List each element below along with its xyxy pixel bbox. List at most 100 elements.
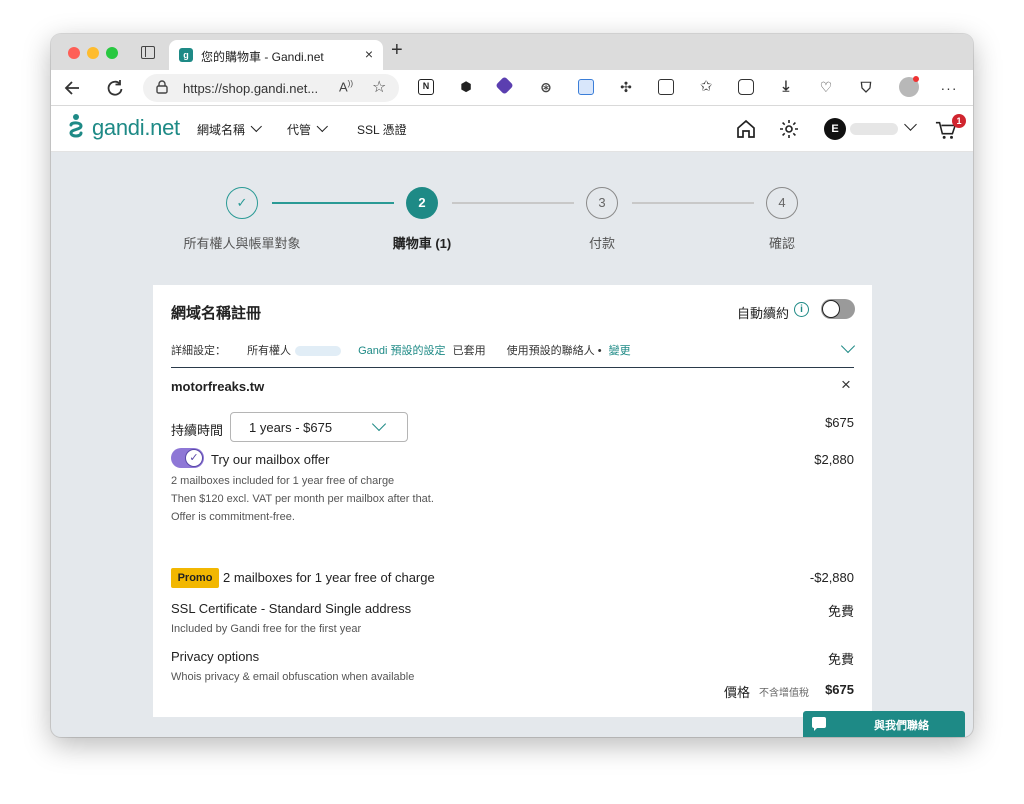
tab-strip: g 您的購物車 - Gandi.net × + [51,34,973,70]
total-price: $675 [825,682,854,697]
details-row: 詳細設定： 所有權人 Gandi 預設的設定 已套用 使用預設的聯絡人 • 變更 [171,342,635,358]
split-screen-icon[interactable] [658,79,674,95]
step-1-label: 所有權人與帳單對象 [183,236,301,251]
gear-icon[interactable] [778,118,800,140]
contacts-label: 使用預設的聯絡人 • [506,345,602,357]
user-name-redacted[interactable] [850,123,898,135]
gandi-logo-icon[interactable] [67,113,85,143]
contact-us-button[interactable]: 與我們聯絡 [803,711,965,737]
chevron-down-icon[interactable] [904,118,917,131]
step-1-circle: ✓ [226,187,258,219]
purple-extension-icon[interactable] [495,76,514,95]
expand-details-chevron-icon[interactable] [840,338,856,354]
promo-label: 2 mailboxes for 1 year free of charge [223,570,435,585]
url-text[interactable]: https://shop.gandi.net... [183,81,318,96]
card-title: 網域名稱註冊 [171,305,262,322]
minimize-window-button[interactable] [87,47,99,59]
info-icon[interactable]: i [794,302,809,317]
duration-select[interactable]: 1 years - $675 [230,412,408,442]
toggle-knob [822,300,840,318]
chevron-down-icon [316,120,328,133]
change-link[interactable]: 變更 [609,345,631,357]
logo-text[interactable]: gandi.net [92,115,180,141]
favorites-icon[interactable]: ✩ [698,79,714,95]
step-2-label: 購物車 (1) [392,236,452,251]
chevron-down-icon [371,416,387,432]
cart-count-badge: 1 [952,114,966,128]
owner-name-redacted [295,346,342,357]
favorite-star-icon[interactable]: ☆ [372,77,386,97]
openai-extension-icon[interactable]: ⊛ [538,79,554,95]
step-4-circle: 4 [766,187,798,219]
security-shield-icon[interactable]: ⛉ [858,79,874,95]
auto-renew-toggle[interactable] [821,299,855,319]
auto-renew-label: 自動續約 [737,306,790,321]
profile-alert-badge [913,76,919,82]
details-label: 詳細設定： [171,345,226,357]
more-menu-icon[interactable]: ··· [939,78,959,98]
lock-icon[interactable] [156,80,168,94]
nav-ssl[interactable]: SSL 憑證 [357,121,407,138]
privacy-desc: Whois privacy & email obfuscation when a… [171,671,415,683]
downloads-icon[interactable]: ⤓ [778,79,794,95]
applied-text: 已套用 [452,345,486,357]
remove-domain-close-icon[interactable]: × [841,375,851,395]
privacy-extension-icon[interactable]: ⬢ [458,79,474,95]
home-icon[interactable] [735,118,757,140]
new-tab-button[interactable]: + [391,40,403,60]
user-avatar[interactable]: E [824,118,846,140]
mailbox-offer-label: Try our mailbox offer [211,452,330,467]
owner-label: 所有權人 [247,345,292,357]
sidebar-toggle-icon[interactable] [141,46,155,59]
ssl-price: 免費 [827,604,854,619]
address-bar[interactable]: https://shop.gandi.net... A)) ☆ [143,74,399,102]
step-3-circle: 3 [586,187,618,219]
contact-us-label: 與我們聯絡 [874,720,929,732]
nav-hosting[interactable]: 代管 [287,120,328,138]
divider [171,367,854,369]
nav-domains[interactable]: 網域名稱 [197,120,262,138]
mailbox-offer-toggle[interactable]: ✓ [171,448,204,468]
total-vat-note: 不含增值稅 [759,688,809,699]
duration-price: $675 [825,415,854,430]
maximize-window-button[interactable] [106,47,118,59]
gandi-favicon-icon: g [179,48,193,62]
domain-registration-card: 網域名稱註冊 自動續約 i 詳細設定： 所有權人 Gandi 預設的設定 已套用… [153,285,872,717]
health-icon[interactable]: ♡ [818,79,834,95]
notion-extension-icon[interactable]: N [418,79,434,95]
step-connector [272,202,394,204]
reload-icon[interactable] [105,78,125,98]
step-3-label: 付款 [588,236,616,251]
domain-name: motorfreaks.tw [171,379,265,394]
back-icon[interactable] [63,78,83,98]
collections-icon[interactable] [738,79,754,95]
gandi-settings-link[interactable]: Gandi 預設的設定 [358,345,445,357]
mailbox-desc-3: Offer is commitment-free. [171,511,295,523]
total-label: 價格 [724,685,751,700]
promo-price: -$2,880 [809,570,854,585]
browser-tab[interactable]: g 您的購物車 - Gandi.net × [169,40,383,70]
browser-window: g 您的購物車 - Gandi.net × + https://shop.gan… [51,34,973,737]
tab-close-icon[interactable]: × [365,46,373,62]
privacy-label: Privacy options [171,649,260,664]
promo-badge: Promo [171,568,219,588]
step-2-circle: 2 [406,187,438,219]
ssl-desc: Included by Gandi free for the first yea… [171,623,362,635]
translate-extension-icon[interactable] [578,79,594,95]
tab-title: 您的購物車 - Gandi.net [201,50,324,64]
step-connector [452,202,574,204]
duration-selected-value: 1 years - $675 [249,420,333,435]
duration-label: 持續時間 [171,423,224,438]
mailbox-desc-1: 2 mailboxes included for 1 year free of … [171,475,395,487]
step-4-label: 確認 [768,236,796,251]
read-aloud-icon[interactable]: A)) [339,79,353,94]
mailbox-price: $2,880 [814,452,854,467]
ssl-label: SSL Certificate - Standard Single addres… [171,601,412,616]
site-header: gandi.net 網域名稱 代管 SSL 憑證 E 1 [51,106,973,152]
check-icon: ✓ [185,449,203,467]
close-window-button[interactable] [68,47,80,59]
chat-icon [812,717,826,731]
extensions-puzzle-icon[interactable]: ✣ [618,79,634,95]
browser-toolbar: https://shop.gandi.net... A)) ☆ N ⬢ ⊛ ✣ … [51,70,973,106]
chevron-down-icon [250,120,262,133]
